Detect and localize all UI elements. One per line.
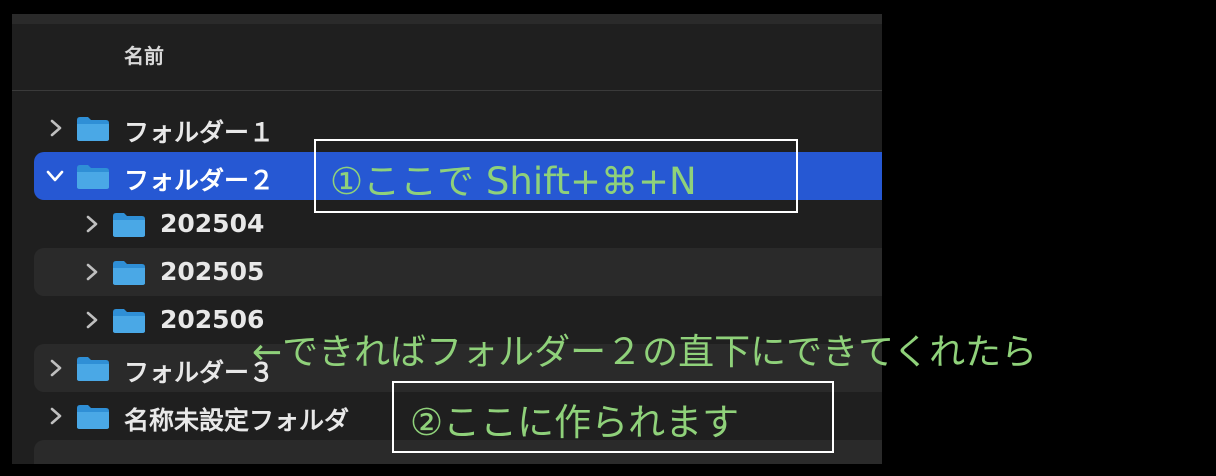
chevron-right-icon[interactable] <box>48 117 64 139</box>
folder-name: フォルダー２ <box>124 166 275 195</box>
folder-name: 202505 <box>160 257 265 286</box>
folder-icon <box>113 261 145 285</box>
chevron-right-icon[interactable] <box>84 309 100 331</box>
folder-icon <box>77 357 109 381</box>
chevron-right-icon[interactable] <box>84 213 100 235</box>
folder-icon <box>113 309 145 333</box>
list-item-202505[interactable]: 202505 <box>34 248 882 296</box>
folder-icon <box>77 405 109 429</box>
chevron-right-icon[interactable] <box>48 357 64 379</box>
toolbar-edge <box>12 14 882 24</box>
folder-name: 202506 <box>160 305 265 334</box>
folder-name: 202504 <box>160 209 265 238</box>
folder-name: フォルダー１ <box>124 118 275 147</box>
step1-callout-text: ①ここで Shift+⌘+N <box>330 160 697 203</box>
folder-icon <box>77 165 109 189</box>
note-callout-text: ←できればフォルダー２の直下にできてくれたら <box>252 332 1038 373</box>
folder-icon <box>113 213 145 237</box>
step2-callout-text: ②ここに作られます <box>410 401 740 444</box>
screenshot-stage: 名前 フォルダー１ フォルダー２ 202504 202505 202506 フォ… <box>0 0 1216 476</box>
folder-icon <box>77 117 109 141</box>
chevron-down-icon[interactable] <box>44 165 66 187</box>
name-column-header[interactable]: 名前 <box>124 40 164 69</box>
chevron-right-icon[interactable] <box>84 261 100 283</box>
chevron-right-icon[interactable] <box>48 405 64 427</box>
folder-name: 名称未設定フォルダ <box>124 406 350 435</box>
column-header[interactable]: 名前 <box>12 24 882 91</box>
